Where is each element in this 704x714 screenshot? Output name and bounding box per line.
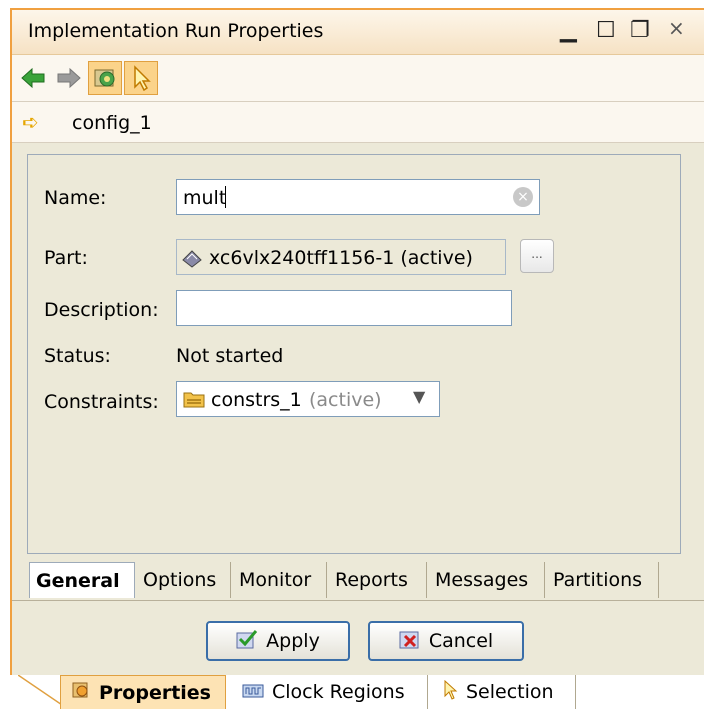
tab-general[interactable]: General [29, 562, 135, 598]
clear-icon[interactable]: × [513, 187, 533, 207]
selection-tab-icon [442, 679, 458, 705]
cancel-label: Cancel [428, 630, 494, 652]
part-field: xc6vlx240tff1156-1 (active) [176, 239, 506, 275]
bottom-tab-bar: Properties Clock Regions Selection [0, 674, 704, 710]
tab-clock-regions[interactable]: Clock Regions [232, 675, 428, 709]
status-label: Status: [44, 345, 111, 367]
properties-icon [71, 680, 91, 705]
description-field[interactable] [176, 290, 512, 326]
cancel-x-icon [399, 629, 421, 654]
forward-arrow-icon[interactable] [52, 61, 86, 95]
apply-label: Apply [266, 630, 320, 652]
clock-regions-icon [242, 681, 264, 703]
folder-icon [183, 390, 205, 413]
tab-options[interactable]: Options [137, 562, 231, 598]
name-field[interactable]: mult × [176, 179, 540, 215]
check-icon [236, 629, 258, 654]
toolbar [12, 55, 704, 102]
constraints-dropdown[interactable]: constrs_1 (active) ▼ [176, 381, 440, 417]
part-label: Part: [44, 247, 88, 269]
text-cursor [225, 186, 226, 208]
chip-icon [181, 247, 203, 274]
maximize-icon[interactable]: ☐ [596, 18, 616, 43]
back-arrow-icon[interactable] [16, 61, 50, 95]
tab-selection[interactable]: Selection [432, 675, 576, 709]
name-value: mult [183, 187, 227, 209]
minimize-icon[interactable]: ▁ [560, 18, 577, 43]
chevron-down-icon[interactable]: ▼ [413, 387, 425, 406]
tab-messages[interactable]: Messages [429, 562, 545, 598]
constraints-label: Constraints: [44, 391, 159, 413]
properties-window: Implementation Run Properties ▁ ☐ ❐ × ➪ … [10, 8, 704, 675]
breadcrumb: ➪ config_1 [12, 102, 704, 143]
constraints-value: constrs_1 [211, 389, 302, 411]
description-label: Description: [44, 299, 159, 321]
tab-selection-label: Selection [466, 681, 554, 703]
constraints-active: (active) [309, 389, 382, 411]
right-arrow-icon: ➪ [22, 110, 39, 134]
auto-update-icon[interactable] [88, 61, 122, 95]
status-value: Not started [176, 345, 284, 367]
apply-button[interactable]: Apply [206, 621, 350, 661]
window-title: Implementation Run Properties [28, 20, 324, 42]
button-bar: Apply Cancel [12, 600, 704, 678]
tab-partitions[interactable]: Partitions [547, 562, 659, 598]
browse-part-button[interactable]: ... [520, 239, 554, 273]
selection-pointer-icon[interactable] [124, 61, 158, 95]
breadcrumb-label: config_1 [72, 112, 152, 134]
cancel-button[interactable]: Cancel [368, 621, 524, 661]
tab-properties[interactable]: Properties [60, 675, 226, 709]
restore-icon[interactable]: ❐ [630, 18, 650, 43]
part-value: xc6vlx240tff1156-1 (active) [209, 247, 473, 269]
title-bar: Implementation Run Properties ▁ ☐ ❐ × [12, 10, 704, 55]
tab-reports[interactable]: Reports [329, 562, 427, 598]
tab-monitor[interactable]: Monitor [233, 562, 327, 598]
close-icon[interactable]: × [668, 16, 685, 40]
name-label: Name: [44, 187, 107, 209]
tab-properties-label: Properties [99, 681, 211, 704]
properties-tabs: General Options Monitor Reports Messages… [27, 562, 681, 600]
general-panel: Name: mult × Part: xc6vlx240tff1156-1 (a… [27, 154, 681, 554]
tab-clock-regions-label: Clock Regions [272, 681, 405, 703]
